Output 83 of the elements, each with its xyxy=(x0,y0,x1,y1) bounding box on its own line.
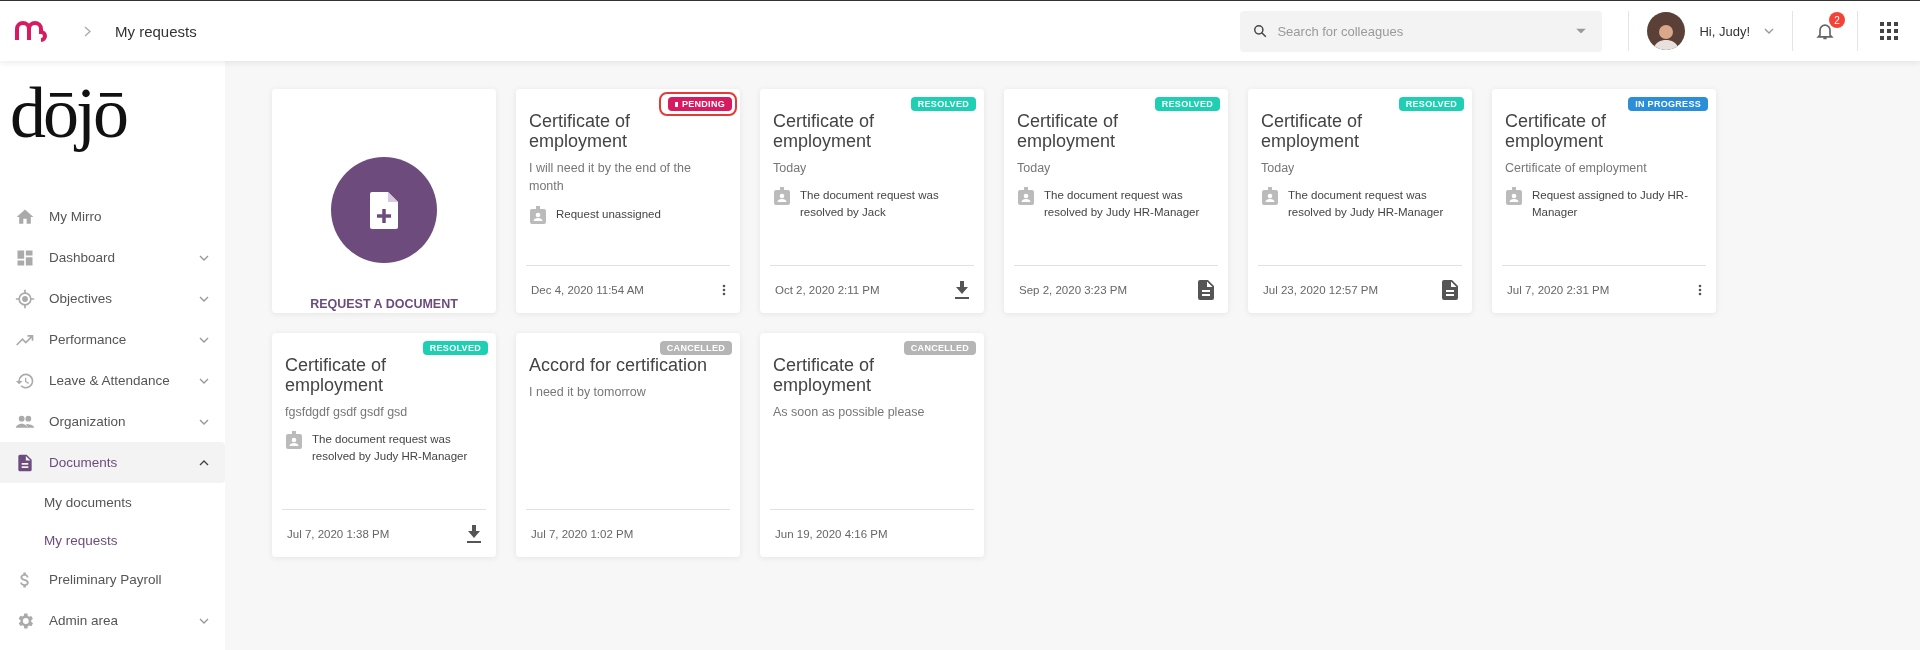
request-date: Jul 7, 2020 1:02 PM xyxy=(531,527,634,540)
request-date: Sep 2, 2020 3:23 PM xyxy=(1019,283,1128,296)
user-greeting[interactable]: Hi, Judy! xyxy=(1699,23,1750,39)
add-document-icon xyxy=(331,157,437,263)
request-title: Certificate of employment xyxy=(773,355,876,396)
status-badge: RESOLVED xyxy=(422,341,488,355)
more-icon[interactable] xyxy=(722,283,726,296)
request-note: I will need it by the end of the month xyxy=(529,160,692,196)
sidebar-item[interactable]: My Mirro xyxy=(0,196,225,237)
request-note: I need it by tomorrow xyxy=(529,384,647,402)
request-title: Certificate of employment xyxy=(285,355,388,396)
request-date: Dec 4, 2020 11:54 AM xyxy=(531,283,644,296)
status-badge: RESOLVED xyxy=(1398,97,1464,111)
dropdown-icon xyxy=(1576,28,1587,34)
sidebar-item[interactable]: Performance xyxy=(0,319,225,360)
sidebar-item[interactable]: Organization xyxy=(0,401,225,442)
badge-person-icon xyxy=(1018,187,1034,206)
document-icon xyxy=(15,452,35,473)
request-title: Certificate of employment xyxy=(1505,111,1608,152)
status-badge: CANCELLED xyxy=(659,341,732,355)
request-title: Certificate of employment xyxy=(1017,111,1120,152)
request-card[interactable]: IN PROGRESS Certificate of employment Certificate of employment Request assigned to Judy HR-Manager Jul 7, 2020 2:31 PM xyxy=(1492,89,1716,313)
assignment-text: The document request was resolved by Jack xyxy=(800,188,940,220)
more-icon[interactable] xyxy=(1698,283,1702,296)
sidebar-item[interactable]: Preliminary Payroll xyxy=(0,559,225,600)
search-field[interactable]: Search for colleagues xyxy=(1240,10,1603,52)
request-card[interactable]: CANCELLED Accord for certification I need it by tomorrow Jul 7, 2020 1:02 PM xyxy=(516,333,740,557)
request-title: Certificate of employment xyxy=(1261,111,1364,152)
badge-person-icon xyxy=(286,431,302,450)
sidebar-item[interactable]: Objectives xyxy=(0,278,225,319)
page-title: My requests xyxy=(115,22,197,40)
request-note: Today xyxy=(1261,160,1296,178)
assignment-text: The document request was resolved by Judy HR-Manager xyxy=(1044,188,1201,220)
request-card[interactable]: RESOLVED Certificate of employment fgsfdgdf gsdf gsdf gsd The document request was resolved by Judy HR-Manager Jul 7, 2020 1:38 PM xyxy=(272,333,496,557)
status-badge: RESOLVED xyxy=(1154,97,1220,111)
request-date: Oct 2, 2020 2:11 PM xyxy=(775,283,880,296)
request-card[interactable]: RESOLVED Certificate of employment Today The document request was resolved by Judy HR-Manager Jul 23, 2020 12:57 PM xyxy=(1248,89,1472,313)
sidebar-item[interactable]: Admin area xyxy=(0,600,225,641)
request-card[interactable]: RESOLVED Certificate of employment Today The document request was resolved by Jack Oct 2, 2020 2:11 PM xyxy=(760,89,984,313)
document-icon[interactable] xyxy=(1442,279,1458,300)
status-badge: CANCELLED xyxy=(903,341,976,355)
status-badge: IN PROGRESS xyxy=(1628,97,1708,111)
chevron-down-icon xyxy=(1764,28,1774,34)
badge-person-icon xyxy=(774,187,790,206)
download-icon[interactable] xyxy=(466,524,482,543)
sidebar-item[interactable]: Dashboard xyxy=(0,237,225,278)
request-note: Today xyxy=(1017,160,1052,178)
download-icon[interactable] xyxy=(954,280,970,299)
request-card[interactable]: RESOLVED Certificate of employment Today The document request was resolved by Judy HR-Manager Sep 2, 2020 3:23 PM xyxy=(1004,89,1228,313)
request-title: Certificate of employment xyxy=(773,111,876,152)
assignment-text: Request unassigned xyxy=(556,206,661,222)
request-card[interactable]: CANCELLED Certificate of employment As soon as possible please Jun 19, 2020 4:16 PM xyxy=(760,333,984,557)
request-date: Jul 7, 2020 1:38 PM xyxy=(287,527,390,540)
sidebar-subitem[interactable]: My documents xyxy=(0,483,138,521)
badge-person-icon xyxy=(530,205,546,224)
document-icon[interactable] xyxy=(1198,279,1214,300)
sidebar-item[interactable]: Documents xyxy=(0,442,225,483)
request-document-button[interactable]: REQUEST A DOCUMENT xyxy=(272,89,496,313)
user-avatar[interactable] xyxy=(1647,12,1686,50)
request-note: Today xyxy=(773,160,808,178)
notification-count: 2 xyxy=(1829,12,1845,28)
assignment-text: The document request was resolved by Judy HR-Manager xyxy=(1288,188,1445,220)
request-date: Jul 7, 2020 2:31 PM xyxy=(1507,283,1610,296)
assignment-text: The document request was resolved by Judy HR-Manager xyxy=(312,432,469,464)
request-date: Jun 19, 2020 4:16 PM xyxy=(775,527,888,540)
sidebar-item[interactable]: Leave & Attendance xyxy=(0,360,225,401)
request-date: Jul 23, 2020 12:57 PM xyxy=(1263,283,1379,296)
request-note: fgsfdgdf gsdf gsdf gsd xyxy=(285,404,409,422)
chevron-right-icon xyxy=(84,25,91,37)
sidebar-subitem[interactable]: My requests xyxy=(0,521,124,559)
status-badge: PENDING xyxy=(667,97,732,111)
app-logo[interactable] xyxy=(14,20,48,42)
search-icon xyxy=(1253,24,1268,38)
request-title: Certificate of employment xyxy=(529,111,632,152)
request-card[interactable]: PENDING Certificate of employment I will need it by the end of the month Request unassigned Dec 4, 2020 11:54 AM xyxy=(516,89,740,313)
request-title: Accord for certification xyxy=(529,355,709,376)
request-note: As soon as possible please xyxy=(773,404,926,422)
badge-person-icon xyxy=(1506,187,1522,206)
status-badge: RESOLVED xyxy=(910,97,976,111)
assignment-text: Request assigned to Judy HR-Manager xyxy=(1532,188,1689,220)
badge-person-icon xyxy=(1262,187,1278,206)
target-icon xyxy=(15,288,35,309)
request-note: Certificate of employment xyxy=(1505,160,1648,178)
